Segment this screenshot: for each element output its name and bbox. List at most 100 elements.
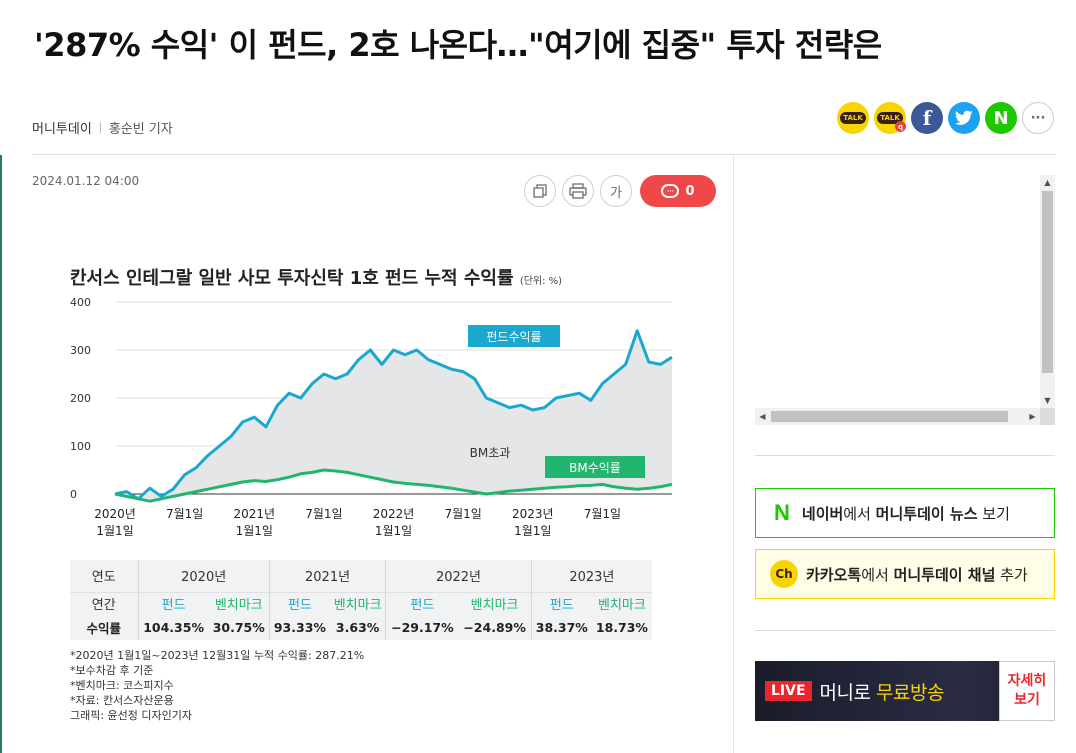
copy-icon: [533, 184, 547, 198]
article-tools: 가 ··· 0: [524, 175, 716, 207]
x-tick-label: 2020년: [94, 507, 136, 521]
chart-title: 칸서스 인테그랄 일반 사모 투자신탁 1호 펀드 누적 수익률 (단위: %): [70, 264, 562, 290]
bm-label: 벤치마크: [333, 597, 382, 613]
vertical-scrollbar[interactable]: ▲ ▼: [1040, 175, 1055, 408]
kakao-channel-label: 카카오톡에서 머니투데이 채널 추가: [806, 565, 1028, 584]
fund-value: 38.37%: [530, 614, 592, 640]
annual-return-table: 연도 2020년 2021년 2022년 2023년 연간 펀드 벤치마크 펀드…: [70, 560, 652, 640]
table-year-cell: 2022년: [385, 560, 532, 593]
scrollbar-thumb[interactable]: [771, 411, 1008, 422]
header-divider: [32, 154, 1056, 155]
naver-icon: N: [993, 107, 1009, 129]
more-icon: ···: [1030, 110, 1046, 126]
scrollbar-corner: [1040, 408, 1055, 425]
notification-badge-icon: q: [895, 121, 906, 132]
x-tick-label: 1월1일: [96, 524, 133, 538]
kakaotalk-icon: TALK: [840, 112, 866, 124]
fund-label: 펀드: [137, 592, 209, 614]
naver-subscribe-label: 네이버에서 머니투데이 뉴스 보기: [801, 504, 1010, 523]
fund-label: 펀드: [385, 592, 459, 614]
kakao-channel-icon: Ch: [770, 560, 798, 588]
live-badge: LIVE: [765, 681, 812, 701]
live-broadcast-banner[interactable]: LIVE 머니로 무료방송 자세히 보기: [755, 661, 1055, 721]
bm-label: 벤치마크: [470, 597, 519, 613]
excess-label: BM초과: [470, 446, 511, 460]
note-line: *벤치마크: 코스피지수: [70, 679, 174, 692]
live-more-button[interactable]: 자세히 보기: [999, 661, 1055, 721]
year-header: 연도: [70, 560, 138, 593]
article-headline: '287% 수익' 이 펀드, 2호 나온다…"여기에 집중" 투자 전략은: [34, 26, 882, 64]
x-tick-label: 7월1일: [305, 507, 342, 521]
x-tick-label: 1월1일: [236, 524, 273, 538]
sidebar-divider: [755, 630, 1055, 631]
table-value-row: 수익률 104.35% 30.75% 93.33% 3.63% −29.17% …: [70, 614, 652, 640]
scroll-left-icon[interactable]: ◀: [755, 408, 770, 425]
table-header-row: 연도 2020년 2021년 2022년 2023년: [70, 560, 652, 593]
y-tick-label: 400: [70, 296, 91, 309]
comment-count: 0: [685, 183, 695, 199]
x-tick-label: 2022년: [373, 507, 415, 521]
x-tick-label: 1월1일: [375, 524, 412, 538]
comment-button[interactable]: ··· 0: [640, 175, 716, 207]
fund-value: −29.17%: [385, 614, 459, 640]
fund-legend-label: 펀드수익률: [486, 330, 541, 344]
kakaotalk-share-button[interactable]: TALK: [837, 102, 869, 134]
byline-divider: [99, 122, 101, 133]
table-year-cell: 2021년: [268, 560, 386, 593]
x-tick-label: 1월1일: [514, 524, 551, 538]
note-line: *보수차감 후 기준: [70, 664, 154, 677]
naver-icon: N: [774, 500, 790, 525]
share-bar: TALK TALK q f N ···: [837, 102, 1054, 134]
scroll-right-icon[interactable]: ▶: [1025, 408, 1040, 425]
y-tick-label: 300: [70, 344, 91, 357]
live-more-label: 자세히 보기: [1007, 673, 1047, 708]
left-edge-bar: [0, 155, 2, 753]
table-label-row: 연간 펀드 벤치마크 펀드 벤치마크 펀드 벤치마크 펀드 벤치마크: [70, 592, 652, 614]
live-banner-text: 머니로 무료방송: [819, 681, 945, 704]
bm-label: 벤치마크: [598, 597, 646, 613]
print-icon: [569, 183, 587, 199]
chart-unit: (단위: %): [519, 276, 563, 287]
fund-label: 펀드: [530, 592, 592, 614]
table-year-cell: 2023년: [530, 560, 652, 593]
twitter-share-button[interactable]: [948, 102, 980, 134]
y-tick-label: 200: [70, 392, 91, 405]
note-line: *2020년 1월1일~2023년 12월31일 누적 수익률: 287.21%: [70, 649, 365, 662]
table-year-cell: 2020년: [137, 560, 270, 593]
fund-value: 104.35%: [137, 614, 209, 640]
chart-notes: *2020년 1월1일~2023년 12월31일 누적 수익률: 287.21%…: [70, 648, 364, 723]
horizontal-scrollbar[interactable]: ◀ ▶: [755, 408, 1040, 425]
y-tick-label: 0: [70, 488, 77, 501]
fund-value: 93.33%: [268, 614, 330, 640]
print-button[interactable]: [562, 175, 594, 207]
facebook-icon: f: [922, 106, 932, 130]
reporter-name[interactable]: 홍순빈 기자: [109, 118, 173, 137]
byline: 머니투데이 홍순빈 기자: [32, 118, 173, 137]
kakao-channel-button[interactable]: Ch 카카오톡에서 머니투데이 채널 추가: [755, 549, 1055, 599]
facebook-share-button[interactable]: f: [911, 102, 943, 134]
x-tick-label: 7월1일: [584, 507, 621, 521]
fund-return-chart: 400 300 200 100 0 2020년 1월1일 7월1일 2021년 1월1일 7월1일 2…: [70, 296, 673, 538]
bm-legend-label: BM수익률: [569, 461, 621, 475]
bm-label: 벤치마크: [214, 597, 263, 613]
naver-share-button[interactable]: N: [985, 102, 1017, 134]
source-name[interactable]: 머니투데이: [32, 118, 92, 137]
bm-value: 3.63%: [335, 619, 380, 635]
note-line: 그래픽: 윤선정 디자인기자: [70, 709, 193, 722]
scroll-down-icon[interactable]: ▼: [1040, 393, 1055, 408]
publish-date: 2024.01.12 04:00: [32, 174, 140, 188]
copy-button[interactable]: [524, 175, 556, 207]
bm-value: −24.89%: [463, 619, 526, 635]
row-label: 수익률: [86, 620, 121, 636]
scroll-up-icon[interactable]: ▲: [1040, 175, 1055, 190]
more-share-button[interactable]: ···: [1022, 102, 1054, 134]
font-size-button[interactable]: 가: [600, 175, 632, 207]
y-tick-label: 100: [70, 440, 91, 453]
scrollbar-thumb[interactable]: [1042, 191, 1053, 373]
kakaotalk-send-button[interactable]: TALK q: [874, 102, 906, 134]
chart-title-text: 칸서스 인테그랄 일반 사모 투자신탁 1호 펀드 누적 수익률: [70, 268, 514, 289]
x-tick-label: 7월1일: [166, 507, 203, 521]
naver-subscribe-button[interactable]: N 네이버에서 머니투데이 뉴스 보기: [755, 488, 1055, 538]
bm-value: 18.73%: [595, 619, 648, 635]
x-tick-label: 2021년: [233, 507, 275, 521]
